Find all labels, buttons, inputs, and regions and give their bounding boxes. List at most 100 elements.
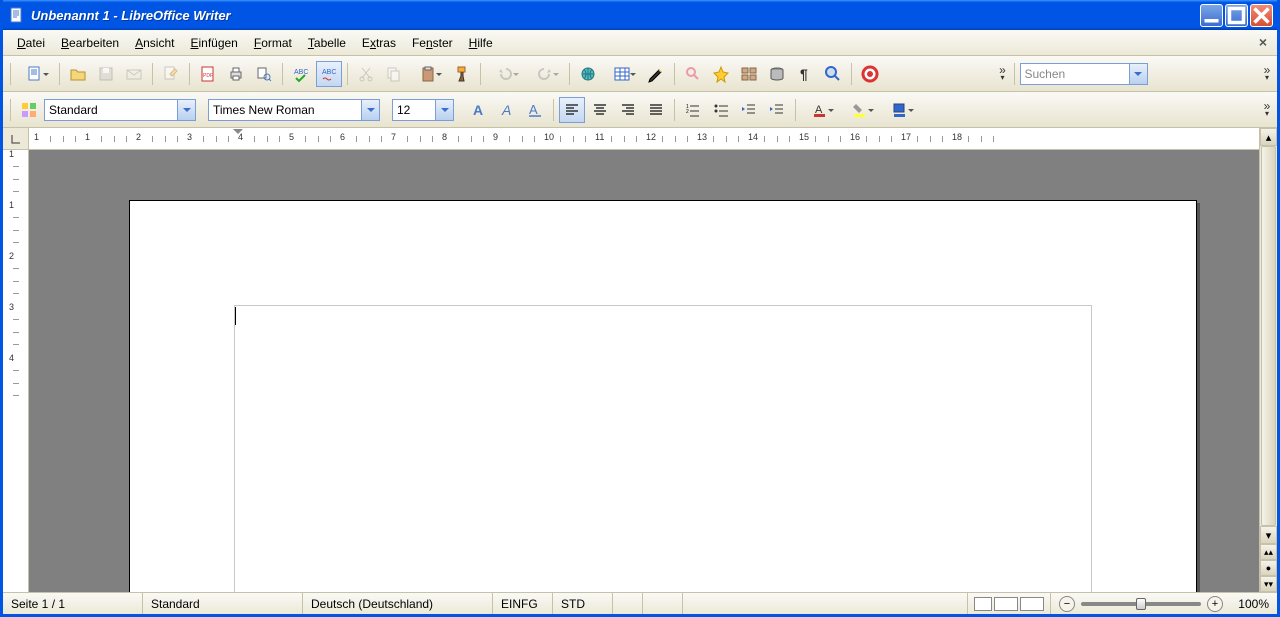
menu-ansicht[interactable]: Ansicht	[127, 32, 182, 54]
dropdown-icon[interactable]	[1129, 64, 1147, 84]
document-view[interactable]	[29, 150, 1259, 592]
menu-datei[interactable]: Datei	[9, 32, 53, 54]
navigator-button[interactable]	[708, 61, 734, 87]
zoom-button[interactable]	[820, 61, 846, 87]
dropdown-icon[interactable]	[435, 100, 453, 120]
auto-spellcheck-button[interactable]: ABC	[316, 61, 342, 87]
book-view-button[interactable]	[1020, 597, 1044, 611]
menu-bearbeiten[interactable]: Bearbeiten	[53, 32, 127, 54]
menu-tabelle[interactable]: Tabelle	[300, 32, 354, 54]
zoom-value[interactable]: 100%	[1229, 597, 1269, 611]
scroll-down-button[interactable]: ▾	[1260, 526, 1277, 544]
show-draw-functions-button[interactable]	[643, 61, 669, 87]
spellcheck-button[interactable]: ABC	[288, 61, 314, 87]
font-size-combo[interactable]: 12	[392, 99, 454, 121]
cut-button[interactable]	[353, 61, 379, 87]
open-button[interactable]	[65, 61, 91, 87]
text-margin-area[interactable]	[234, 305, 1092, 592]
paste-button[interactable]	[409, 61, 447, 87]
document-page	[129, 200, 1197, 592]
find-replace-button[interactable]	[680, 61, 706, 87]
nonprinting-chars-button[interactable]: ¶	[792, 61, 818, 87]
status-selection-mode[interactable]: STD	[553, 593, 613, 614]
status-language[interactable]: Deutsch (Deutschland)	[303, 593, 493, 614]
status-signature[interactable]	[643, 593, 683, 614]
zoom-slider[interactable]	[1081, 602, 1201, 606]
menu-extras[interactable]: Extras	[354, 32, 404, 54]
format-paintbrush-button[interactable]	[449, 61, 475, 87]
vertical-ruler[interactable]: 11234	[3, 150, 29, 592]
underline-button[interactable]: A	[522, 97, 548, 123]
align-justify-button[interactable]	[643, 97, 669, 123]
bold-button[interactable]: A	[466, 97, 492, 123]
styles-button[interactable]	[16, 97, 42, 123]
gallery-button[interactable]	[736, 61, 762, 87]
print-preview-button[interactable]	[251, 61, 277, 87]
minimize-button[interactable]	[1200, 4, 1223, 27]
print-button[interactable]	[223, 61, 249, 87]
status-modified[interactable]	[613, 593, 643, 614]
svg-text:A: A	[473, 102, 483, 118]
italic-button[interactable]: A	[494, 97, 520, 123]
highlight-color-button[interactable]	[841, 97, 879, 123]
find-toolbar-overflow-button[interactable]	[1261, 59, 1273, 89]
formatting-overflow-button[interactable]	[1261, 95, 1273, 125]
scroll-track[interactable]	[1260, 146, 1277, 526]
search-input[interactable]: Suchen	[1020, 63, 1148, 85]
redo-button[interactable]	[526, 61, 564, 87]
previous-page-button[interactable]: ▴▴	[1260, 544, 1277, 560]
work-area: 1123456789101112131415161718 11234 ▴ ▾ ▴…	[3, 128, 1277, 592]
vertical-scrollbar[interactable]: ▴ ▾ ▴▴ ● ▾▾	[1259, 128, 1277, 592]
hyperlink-button[interactable]	[575, 61, 601, 87]
dropdown-icon[interactable]	[361, 100, 379, 120]
export-pdf-button[interactable]: PDF	[195, 61, 221, 87]
next-page-button[interactable]: ▾▾	[1260, 576, 1277, 592]
data-sources-button[interactable]	[764, 61, 790, 87]
horizontal-ruler[interactable]: 1123456789101112131415161718	[29, 128, 1259, 150]
close-document-button[interactable]: ×	[1255, 34, 1271, 50]
numbered-list-button[interactable]: 12	[680, 97, 706, 123]
zoom-slider-handle[interactable]	[1136, 598, 1146, 610]
new-document-button[interactable]	[16, 61, 54, 87]
toolbar-overflow-button[interactable]	[997, 59, 1009, 89]
svg-text:ABC: ABC	[322, 69, 336, 76]
menu-format[interactable]: Format	[246, 32, 300, 54]
navigation-button[interactable]: ●	[1260, 560, 1277, 576]
background-color-button[interactable]	[881, 97, 919, 123]
paragraph-style-combo[interactable]: Standard	[44, 99, 196, 121]
bulleted-list-button[interactable]	[708, 97, 734, 123]
save-button[interactable]	[93, 61, 119, 87]
menu-hilfe[interactable]: Hilfe	[461, 32, 501, 54]
align-left-button[interactable]	[559, 97, 585, 123]
multi-page-view-button[interactable]	[994, 597, 1018, 611]
svg-text:¶: ¶	[800, 66, 808, 82]
edit-file-button[interactable]	[158, 61, 184, 87]
undo-button[interactable]	[486, 61, 524, 87]
zoom-out-button[interactable]: −	[1059, 596, 1075, 612]
view-layout-buttons	[968, 593, 1051, 614]
align-right-button[interactable]	[615, 97, 641, 123]
table-button[interactable]	[603, 61, 641, 87]
scroll-up-button[interactable]: ▴	[1260, 128, 1277, 146]
status-style[interactable]: Standard	[143, 593, 303, 614]
increase-indent-button[interactable]	[764, 97, 790, 123]
scroll-thumb[interactable]	[1261, 146, 1276, 526]
standard-toolbar: PDF ABC ABC ¶ Suchen	[3, 56, 1277, 92]
copy-button[interactable]	[381, 61, 407, 87]
decrease-indent-button[interactable]	[736, 97, 762, 123]
menu-fenster[interactable]: Fenster	[404, 32, 461, 54]
help-button[interactable]	[857, 61, 883, 87]
font-color-button[interactable]: A	[801, 97, 839, 123]
maximize-button[interactable]	[1225, 4, 1248, 27]
status-insert-mode[interactable]: EINFG	[493, 593, 553, 614]
close-button[interactable]	[1250, 4, 1273, 27]
zoom-in-button[interactable]: +	[1207, 596, 1223, 612]
font-name-combo[interactable]: Times New Roman	[208, 99, 380, 121]
single-page-view-button[interactable]	[974, 597, 992, 611]
email-button[interactable]	[121, 61, 147, 87]
ruler-corner[interactable]	[3, 128, 29, 150]
status-page[interactable]: Seite 1 / 1	[3, 593, 143, 614]
dropdown-icon[interactable]	[177, 100, 195, 120]
align-center-button[interactable]	[587, 97, 613, 123]
menu-einfuegen[interactable]: Einfügen	[182, 32, 245, 54]
